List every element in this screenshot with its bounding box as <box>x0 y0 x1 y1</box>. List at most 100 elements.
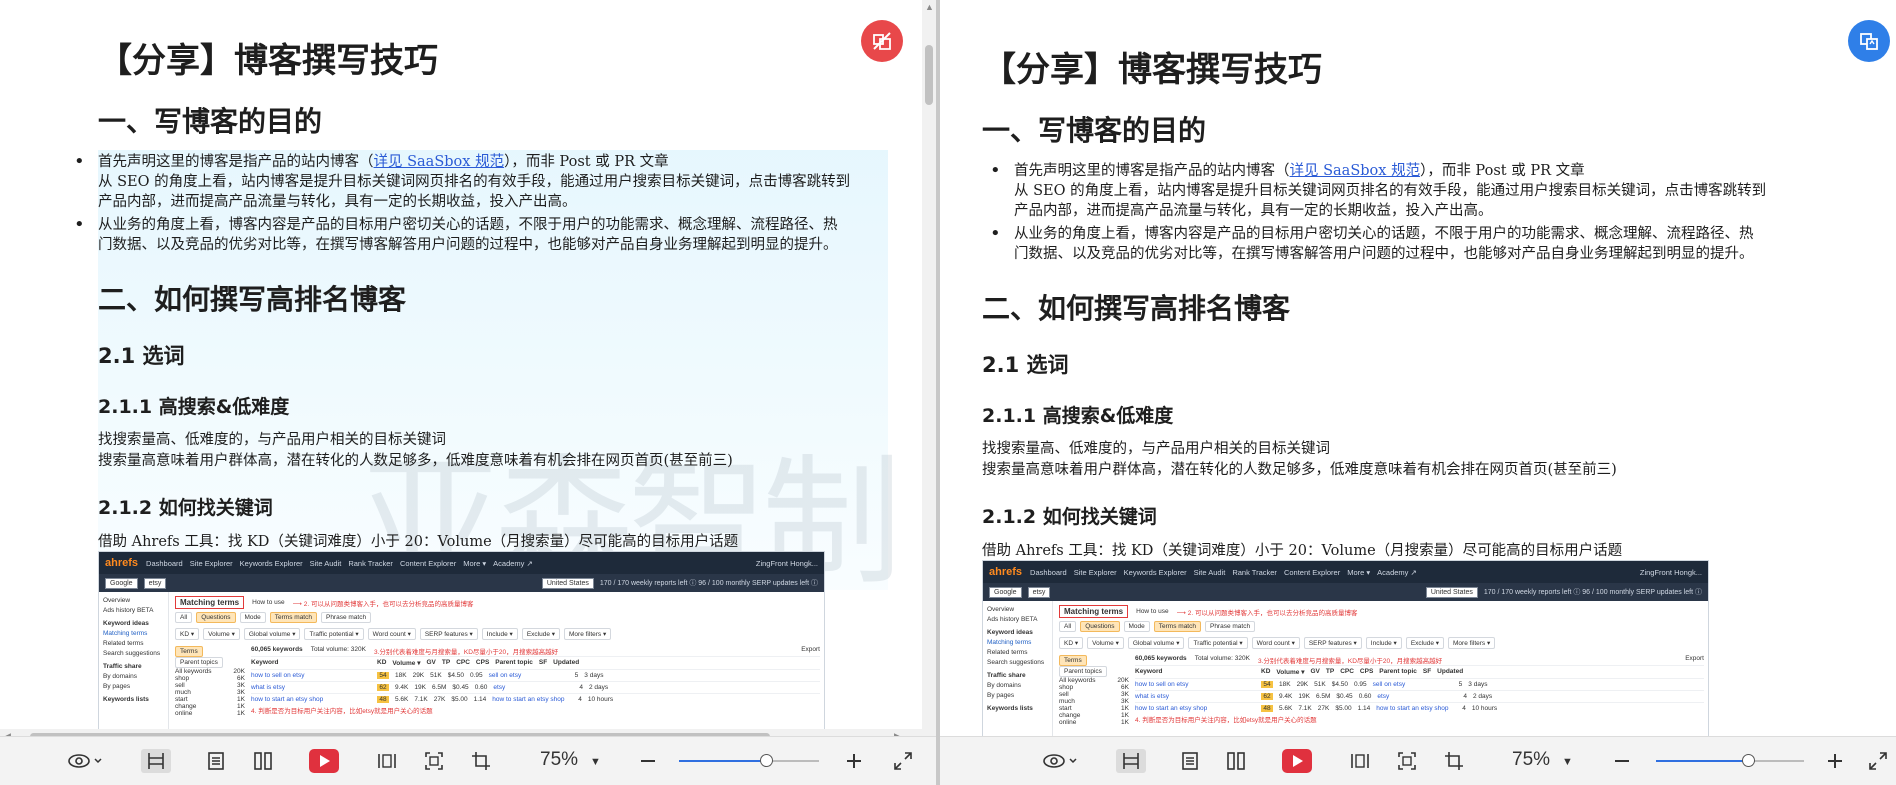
keyword-link: how to start an etsy shop <box>251 696 324 703</box>
cell-vol: 18K <box>395 672 407 679</box>
section-heading-purpose: 一、写博客的目的 <box>982 114 1207 147</box>
crop-button[interactable] <box>467 749 495 773</box>
zoom-level-select[interactable]: 75% ▼ <box>1512 749 1573 771</box>
cell-cpc: $4.50 <box>1331 681 1349 688</box>
column-header: CPS <box>1359 668 1374 675</box>
minus-icon <box>1615 760 1629 762</box>
keyword-link: what is etsy <box>1135 693 1169 700</box>
document-title: 【分享】博客撰写技巧 <box>98 41 438 81</box>
column-header: Parent topic <box>1379 668 1417 675</box>
ahrefs-sidebar-item: By domains <box>987 682 1021 689</box>
term-label: change <box>175 703 197 710</box>
term-count: 1K <box>237 710 245 717</box>
play-button[interactable] <box>309 749 339 773</box>
parent-topic-link: etsy <box>493 684 506 691</box>
translate-on-button[interactable] <box>1848 20 1890 62</box>
document-viewport[interactable]: 【分享】博客撰写技巧 一、写博客的目的 • 首先声明这里的博客是指产品的站内博客… <box>940 0 1896 737</box>
bottom-toolbar: 75% ▼ <box>940 736 1896 785</box>
ahrefs-nav-item: More ▾ <box>463 558 487 568</box>
zoom-in-button[interactable] <box>1825 749 1845 773</box>
zoom-out-button[interactable] <box>638 749 658 773</box>
filter-button: Global volume ▾ <box>1127 637 1185 649</box>
zoom-slider-knob[interactable] <box>1741 754 1755 767</box>
right-document-pane[interactable]: 【分享】博客撰写技巧 一、写博客的目的 • 首先声明这里的博客是指产品的站内博客… <box>940 0 1896 785</box>
expand-icon <box>894 752 912 770</box>
two-page-button[interactable] <box>249 749 277 773</box>
translate-icon <box>1860 33 1878 50</box>
column-header: Keyword <box>1135 668 1163 675</box>
play-button[interactable] <box>1282 749 1312 773</box>
match-tab: Phrase match <box>320 612 372 623</box>
crop-button[interactable] <box>1440 749 1468 773</box>
term-count: 1K <box>237 703 245 710</box>
query-input: etsy <box>1027 586 1051 598</box>
zoom-in-button[interactable] <box>844 749 864 773</box>
ahrefs-main: Matching terms How to use ⟶ 2. 可以从问题类博客入手，… <box>171 592 824 737</box>
export-button[interactable]: Export <box>1685 655 1704 665</box>
results-area: TermsParent topics All keywords 20K shop 6K s… <box>1059 655 1704 726</box>
ahrefs-nav-item: More ▾ <box>1347 567 1371 577</box>
vertical-scroll-thumb[interactable] <box>925 45 933 105</box>
export-button[interactable]: Export <box>801 646 820 656</box>
parent-topic-link: how to start an etsy shop <box>1376 705 1449 712</box>
bullet-text: ），而非 Post 或 PR 文章 <box>504 154 669 170</box>
filter-button: Word count ▾ <box>367 628 416 640</box>
view-mode-button[interactable] <box>62 749 108 773</box>
column-header: Updated <box>553 659 580 666</box>
scroll-up-arrow[interactable]: ▲ <box>925 2 934 12</box>
fullscreen-button[interactable] <box>891 749 915 773</box>
term-item: change 1K <box>175 703 245 710</box>
view-mode-button[interactable] <box>1037 749 1083 773</box>
ahrefs-nav-item: Rank Tracker <box>348 558 393 568</box>
fit-page-button[interactable] <box>420 749 448 773</box>
cell-vol: 9.4K <box>1279 693 1293 700</box>
bullet-dot: • <box>990 160 1001 181</box>
zoom-slider[interactable] <box>679 754 819 767</box>
subsection-heading-2-1: 2.1 选词 <box>98 344 185 368</box>
ahrefs-sidebar-item: Keywords lists <box>103 696 149 703</box>
cell-vol: 5.6K <box>1279 705 1293 712</box>
page-columns-button[interactable] <box>373 749 401 773</box>
zoom-value: 75% <box>1512 749 1551 770</box>
saasbox-spec-link[interactable]: 详见 SaaSbox 规范 <box>1290 163 1421 179</box>
filter-button: KD ▾ <box>1059 637 1084 649</box>
page-columns-button[interactable] <box>1346 749 1374 773</box>
fit-page-button[interactable] <box>1393 749 1421 773</box>
ahrefs-sidebar-item: Related terms <box>987 649 1028 656</box>
cell-cps: 0.95 <box>1354 681 1367 688</box>
two-page-button[interactable] <box>1222 749 1250 773</box>
fullscreen-button[interactable] <box>1866 749 1890 773</box>
fit-page-icon <box>425 752 443 770</box>
paragraph: 搜索量高意味着用户群体高，潜在转化的人数足够多，低难度意味着有机会排在网页首页(… <box>982 462 1617 478</box>
single-page-button[interactable] <box>202 749 230 773</box>
left-document-pane[interactable]: 亚森智制 【分享】博客撰写技巧 一、写博客的目的 • 首先声明这里的博客是指产品… <box>0 0 936 785</box>
subsection-heading-2-1-2: 2.1.2 如何找关键词 <box>98 497 273 519</box>
document-viewport[interactable]: 亚森智制 【分享】博客撰写技巧 一、写博客的目的 • 首先声明这里的博客是指产品… <box>0 0 936 737</box>
fit-width-button[interactable] <box>1116 749 1146 773</box>
ahrefs-sidebar-item: Related terms <box>103 640 144 647</box>
match-tabs: All Questions Mode Terms match Phrase match <box>1059 621 1704 632</box>
term-label: shop <box>175 675 190 682</box>
zoom-slider-knob[interactable] <box>759 754 773 767</box>
term-count: 20K <box>233 668 245 675</box>
cell-vol: 5.6K <box>395 696 409 703</box>
ahrefs-sidebar-item: Keyword ideas <box>987 629 1033 636</box>
zoom-out-button[interactable] <box>1612 749 1632 773</box>
match-tab: Phrase match <box>1204 621 1256 632</box>
term-item: start 1K <box>175 696 245 703</box>
fit-width-button[interactable] <box>141 749 171 773</box>
ahrefs-main: Matching terms How to use ⟶ 2. 可以从问题类博客入手，… <box>1055 601 1708 737</box>
cell-kd: 48 <box>1261 705 1273 712</box>
translate-off-button[interactable] <box>861 20 903 62</box>
cell-updated: 10 hours <box>587 696 614 703</box>
saasbox-spec-link[interactable]: 详见 SaaSbox 规范 <box>374 154 505 170</box>
zoom-slider[interactable] <box>1656 754 1804 767</box>
subsection-heading-2-1-1: 2.1.1 高搜索&低难度 <box>982 405 1174 427</box>
vertical-scrollbar[interactable]: ▲ <box>922 0 936 737</box>
column-header: Volume ▾ <box>392 660 421 667</box>
ahrefs-sidebar-item: Overview <box>103 597 131 604</box>
cell-kd: 54 <box>1261 681 1273 688</box>
single-page-button[interactable] <box>1176 749 1204 773</box>
subsection-heading-2-1-2: 2.1.2 如何找关键词 <box>982 506 1157 528</box>
zoom-level-select[interactable]: 75% ▼ <box>540 749 601 771</box>
